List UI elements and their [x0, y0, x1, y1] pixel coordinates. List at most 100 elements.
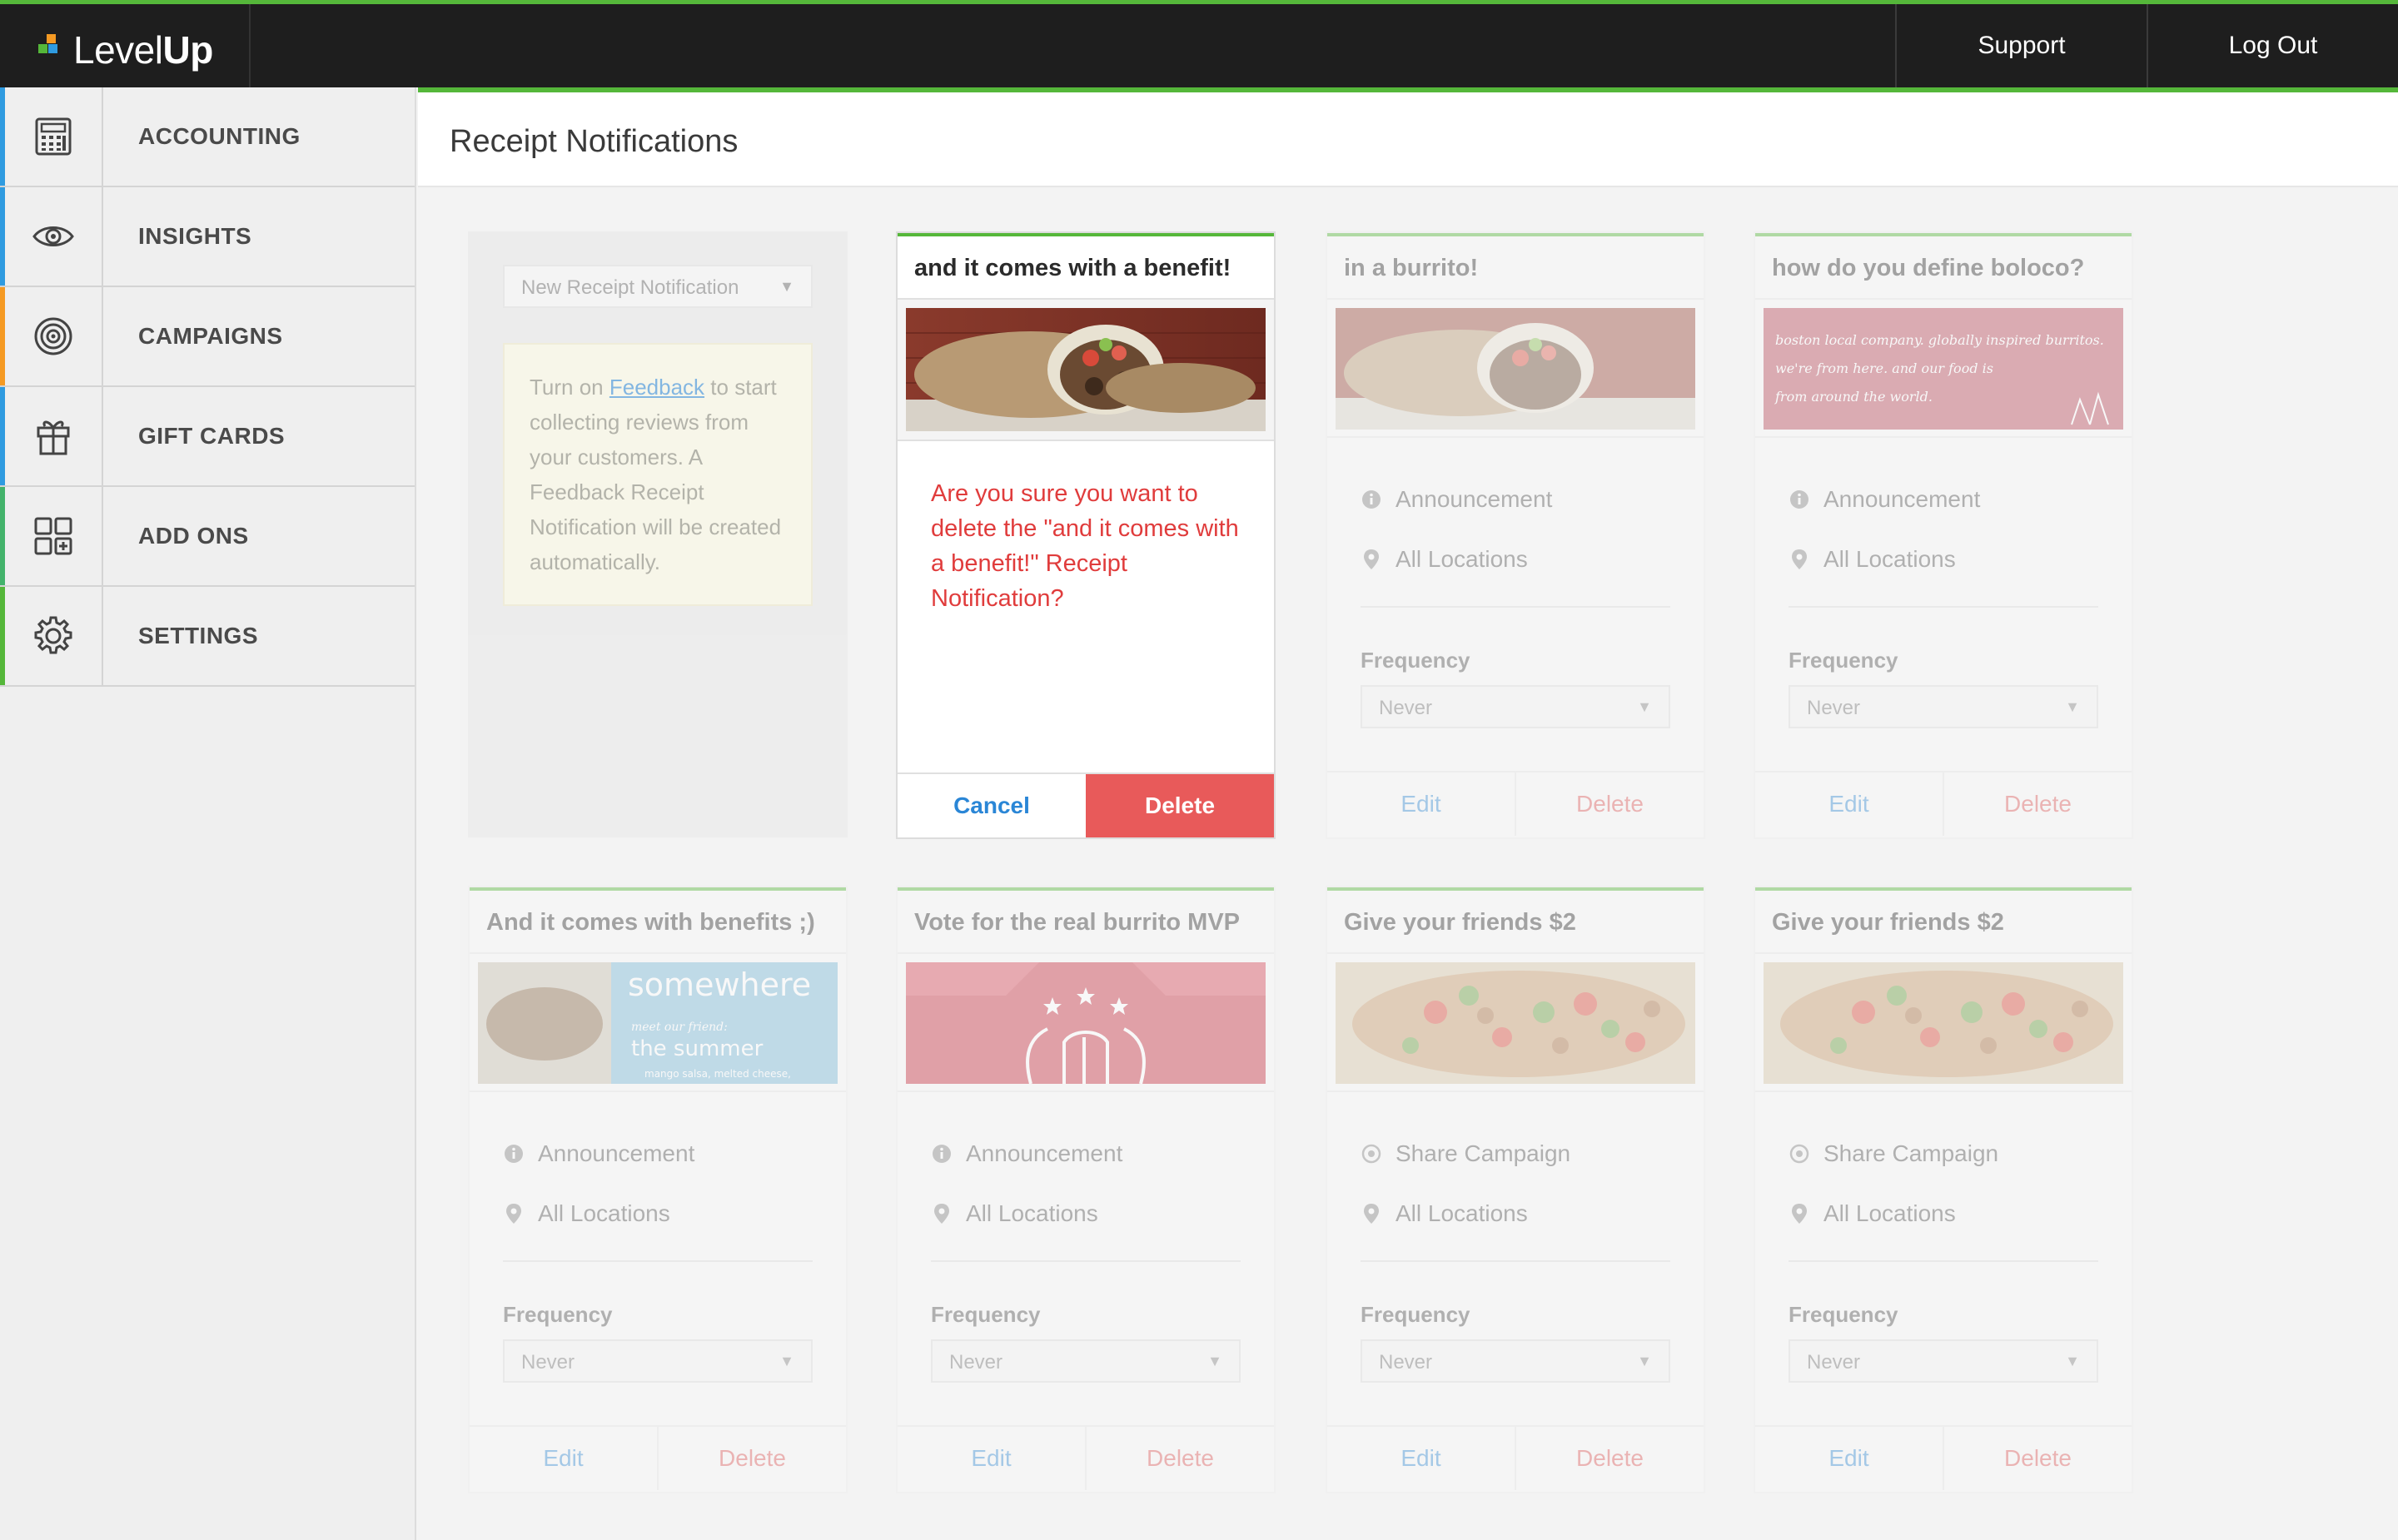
sidebar-item-label: ADD ONS [138, 523, 249, 549]
chevron-down-icon: ▼ [1637, 698, 1652, 715]
feedback-text-before: Turn on [530, 375, 609, 400]
logout-link[interactable]: Log Out [2147, 4, 2398, 87]
frequency-label: Frequency [503, 1302, 613, 1327]
levelup-logo[interactable]: LevelUp [38, 28, 213, 72]
sidebar-item-add-ons[interactable]: ADD ONS [0, 487, 415, 587]
card-type: Announcement [1823, 486, 1981, 512]
card-image [898, 300, 1274, 441]
target-icon [5, 287, 103, 385]
select-value: Never [1807, 1351, 1861, 1374]
sidebar-item-label: SETTINGS [138, 623, 259, 648]
chevron-down-icon: ▼ [1637, 1353, 1652, 1369]
edit-button[interactable]: Edit [1327, 1427, 1516, 1490]
card-title: Vote for the real burrito MVP [898, 887, 1274, 954]
delete-button[interactable]: Delete [1944, 1427, 2132, 1490]
feedback-text-after: to start collecting reviews from your cu… [530, 375, 782, 574]
select-value: Never [521, 1351, 575, 1374]
card-type: Announcement [966, 1140, 1123, 1166]
card-actions: Edit Delete [470, 1425, 846, 1490]
card-locations: All Locations [1396, 546, 1528, 572]
card-title: Give your friends $2 [1755, 887, 2132, 954]
sidebar: ACCOUNTING INSIGHTS CAMPAIGNS GIFT CARDS… [0, 87, 416, 1540]
card-title: And it comes with benefits ;) [470, 887, 846, 954]
topbar-divider [249, 4, 251, 87]
card-meta: Announcement All Locations Frequency Nev… [898, 1092, 1274, 1425]
cancel-button[interactable]: Cancel [898, 774, 1086, 837]
edit-button[interactable]: Edit [1755, 1427, 1944, 1490]
card-image [1327, 300, 1704, 438]
support-link[interactable]: Support [1895, 4, 2147, 87]
feedback-link[interactable]: Feedback [609, 375, 704, 400]
edit-button[interactable]: Edit [470, 1427, 659, 1490]
salad-image [1764, 962, 2123, 1084]
delete-button[interactable]: Delete [1086, 774, 1274, 837]
frequency-label: Frequency [931, 1302, 1041, 1327]
notification-card: in a burrito! Announcement All Locations… [1326, 231, 1705, 839]
frequency-select[interactable]: Never ▼ [503, 1339, 813, 1383]
delete-button[interactable]: Delete [1944, 772, 2132, 836]
divider [1789, 606, 2098, 608]
info-icon [931, 1143, 953, 1165]
card-image [1755, 954, 2132, 1092]
select-value: Never [1379, 697, 1433, 719]
card-type-row: Announcement [503, 1124, 813, 1184]
sidebar-item-label: GIFT CARDS [138, 423, 286, 449]
confirm-actions: Cancel Delete [898, 772, 1274, 837]
card-locations: All Locations [966, 1200, 1098, 1226]
card-image [898, 954, 1274, 1092]
card-title: how do you define boloco? [1755, 233, 2132, 300]
sidebar-item-settings[interactable]: SETTINGS [0, 587, 415, 687]
top-bar: LevelUp Support Log Out [0, 0, 2398, 87]
confirm-message: Are you sure you want to delete the "and… [931, 480, 1239, 612]
calculator-icon [5, 87, 103, 186]
card-actions: Edit Delete [1327, 771, 1704, 836]
sidebar-item-insights[interactable]: INSIGHTS [0, 187, 415, 287]
edit-button[interactable]: Edit [1755, 772, 1944, 836]
new-receipt-notification-select[interactable]: New Receipt Notification ▼ [503, 265, 813, 308]
sidebar-item-campaigns[interactable]: CAMPAIGNS [0, 287, 415, 387]
frequency-select[interactable]: Never ▼ [1789, 685, 2098, 728]
main-header: Receipt Notifications [418, 87, 2398, 187]
select-value: Never [1379, 1351, 1433, 1374]
card-locations-row: All Locations [1361, 1184, 1670, 1244]
frequency-select[interactable]: Never ▼ [1361, 1339, 1670, 1383]
card-title: and it comes with a benefit! [898, 233, 1274, 300]
edit-button[interactable]: Edit [1327, 772, 1516, 836]
notification-card: how do you define boloco? boston local c… [1754, 231, 2133, 839]
map-pin-icon [503, 1203, 525, 1225]
edit-button[interactable]: Edit [898, 1427, 1087, 1490]
card-locations: All Locations [538, 1200, 670, 1226]
info-icon [1361, 489, 1382, 510]
card-actions: Edit Delete [1755, 1425, 2132, 1490]
image-line-3: the summer [631, 1036, 764, 1061]
frequency-select[interactable]: Never ▼ [931, 1339, 1241, 1383]
frequency-select[interactable]: Never ▼ [1789, 1339, 2098, 1383]
card-type: Announcement [538, 1140, 695, 1166]
frequency-label: Frequency [1361, 648, 1470, 673]
image-line-2: meet our friend: [631, 1021, 728, 1034]
feedback-info-box: Turn on Feedback to start collecting rev… [503, 343, 813, 606]
card-image: somewhere meet our friend: the summer mango… [470, 954, 846, 1092]
card-title: Give your friends $2 [1327, 887, 1704, 954]
frequency-select[interactable]: Never ▼ [1361, 685, 1670, 728]
card-actions: Edit Delete [1755, 771, 2132, 836]
divider [1789, 1260, 2098, 1262]
card-type: Share Campaign [1396, 1140, 1571, 1166]
chevron-down-icon: ▼ [1207, 1353, 1222, 1369]
boloco-image: boston local company. globally inspired … [1764, 308, 2123, 430]
card-actions: Edit Delete [1327, 1425, 1704, 1490]
delete-button[interactable]: Delete [1516, 772, 1704, 836]
logo-text: LevelUp [73, 28, 213, 72]
select-value: Never [949, 1351, 1003, 1374]
logo-square-green [38, 44, 47, 53]
page-title: Receipt Notifications [450, 124, 739, 159]
sidebar-item-accounting[interactable]: ACCOUNTING [0, 87, 415, 187]
delete-button[interactable]: Delete [659, 1427, 846, 1490]
image-line-3: from around the world. [1774, 389, 1933, 405]
summer-promo-image: somewhere meet our friend: the summer mango… [478, 962, 838, 1084]
delete-button[interactable]: Delete [1516, 1427, 1704, 1490]
sidebar-item-gift-cards[interactable]: GIFT CARDS [0, 387, 415, 487]
eye-icon [5, 187, 103, 286]
delete-button[interactable]: Delete [1087, 1427, 1274, 1490]
card-locations: All Locations [1823, 1200, 1956, 1226]
